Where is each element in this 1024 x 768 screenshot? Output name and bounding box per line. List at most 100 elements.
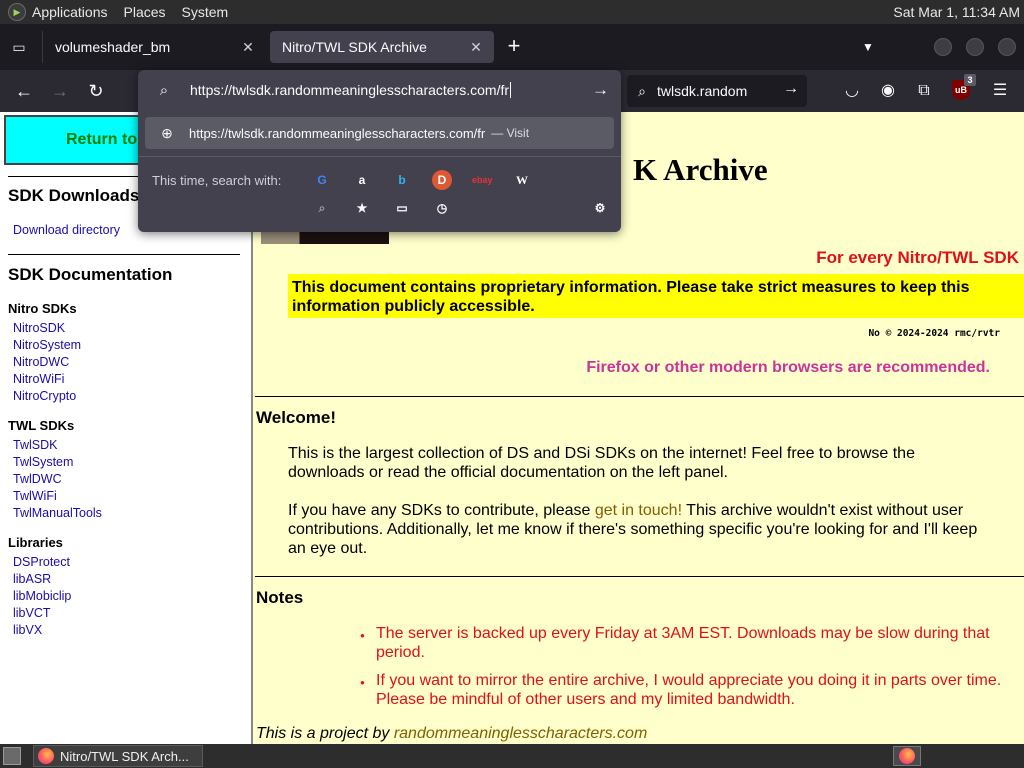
footer-credit: This is a project by randommeaninglessch… bbox=[256, 725, 647, 743]
copyright-notice: No © 2024-2024 rmc/rvtr bbox=[868, 328, 1000, 339]
sidebar-link-nitrocrypto[interactable]: NitroCrypto bbox=[13, 389, 76, 403]
for-every-sdk-text: For every Nitro/TWL SDK bbox=[816, 248, 1019, 267]
contribute-paragraph: If you have any SDKs to contribute, plea… bbox=[288, 501, 988, 558]
back-arrow-icon[interactable]: ← bbox=[12, 79, 36, 103]
ublock-origin-icon[interactable]: uB 3 bbox=[952, 74, 976, 100]
list-item: The server is backed up every Friday at … bbox=[360, 624, 1020, 662]
sidebar-link-twlsystem[interactable]: TwlSystem bbox=[13, 455, 73, 469]
bookmarks-star-icon[interactable]: ★ bbox=[352, 198, 372, 218]
firefox-view-icon[interactable]: ▭ bbox=[8, 36, 30, 58]
sidebar-link-nitrosystem[interactable]: NitroSystem bbox=[13, 338, 81, 352]
visit-label: — Visit bbox=[491, 126, 530, 140]
ebay-icon[interactable]: ebay bbox=[472, 170, 493, 190]
amazon-icon[interactable]: a bbox=[352, 170, 372, 190]
new-tab-button[interactable]: + bbox=[503, 35, 525, 58]
desktop-top-panel: ▶ Applications Places System Sat Mar 1, … bbox=[0, 0, 1024, 24]
bing-icon[interactable]: b bbox=[392, 170, 412, 190]
workspace-switcher[interactable] bbox=[893, 746, 921, 766]
sdk-documentation-heading: SDK Documentation bbox=[8, 265, 173, 284]
welcome-heading: Welcome! bbox=[256, 408, 336, 427]
text-caret bbox=[510, 82, 512, 98]
tab-volumeshader[interactable]: volumeshader_bm ✕ bbox=[42, 31, 266, 63]
banner-image bbox=[261, 230, 389, 244]
sidebar-link-nitrodwc[interactable]: NitroDWC bbox=[13, 355, 69, 369]
show-desktop-icon[interactable] bbox=[3, 747, 21, 765]
globe-icon: ⊕ bbox=[161, 124, 173, 141]
url-input-value[interactable]: https://twlsdk.randommeaninglesscharacte… bbox=[190, 82, 509, 98]
tabs-icon[interactable]: ▭ bbox=[392, 198, 412, 218]
search-settings-gear-icon[interactable]: ⚙ bbox=[590, 198, 610, 218]
history-clock-icon[interactable]: ◷ bbox=[432, 198, 452, 218]
sdk-downloads-heading: SDK Downloads bbox=[8, 186, 140, 205]
search-icon: ⌕ bbox=[638, 82, 646, 99]
divider bbox=[8, 254, 240, 255]
sidebar-link-nitrowifi[interactable]: NitroWiFi bbox=[13, 372, 64, 386]
twl-sdks-heading: TWL SDKs bbox=[8, 418, 75, 433]
sidebar-link-libasr[interactable]: libASR bbox=[13, 572, 51, 586]
desktop-bottom-panel: Nitro/TWL SDK Arch... bbox=[0, 744, 1024, 768]
sidebar-link-twlmanualtools[interactable]: TwlManualTools bbox=[13, 506, 102, 520]
divider bbox=[138, 156, 621, 157]
system-menu[interactable]: System bbox=[182, 4, 229, 20]
clock[interactable]: Sat Mar 1, 11:34 AM bbox=[893, 4, 1020, 20]
divider bbox=[255, 396, 1024, 397]
tab-label: Nitro/TWL SDK Archive bbox=[282, 39, 427, 55]
extensions-puzzle-icon[interactable]: ⧉ bbox=[912, 79, 936, 103]
sidebar-link-libvx[interactable]: libVX bbox=[13, 623, 42, 637]
get-in-touch-link[interactable]: get in touch! bbox=[595, 502, 682, 519]
browser-recommendation: Firefox or other modern browsers are rec… bbox=[586, 359, 990, 376]
url-suggestion-row[interactable]: ⊕ https://twlsdk.randommeaninglesscharac… bbox=[145, 117, 614, 149]
close-tab-icon[interactable]: ✕ bbox=[238, 37, 258, 57]
welcome-paragraph: This is the largest collection of DS and… bbox=[288, 445, 915, 481]
places-menu[interactable]: Places bbox=[124, 4, 166, 20]
applications-menu[interactable]: Applications bbox=[32, 4, 108, 20]
taskbar-window-firefox[interactable]: Nitro/TWL SDK Arch... bbox=[33, 745, 203, 767]
author-site-link[interactable]: randommeaninglesscharacters.com bbox=[394, 725, 647, 742]
download-directory-link[interactable]: Download directory bbox=[13, 223, 120, 237]
maximize-window-button[interactable] bbox=[966, 38, 984, 56]
divider bbox=[255, 576, 1024, 577]
google-icon[interactable]: G bbox=[312, 170, 332, 190]
ublock-badge-count: 3 bbox=[964, 74, 976, 86]
account-icon[interactable]: ◉ bbox=[876, 79, 900, 103]
nitro-sdks-heading: Nitro SDKs bbox=[8, 301, 77, 316]
search-engines-icon[interactable]: ⌕ bbox=[312, 198, 332, 218]
search-go-arrow-icon[interactable]: → bbox=[783, 80, 799, 98]
notes-heading: Notes bbox=[256, 588, 304, 607]
search-with-label: This time, search with: bbox=[152, 173, 282, 188]
search-bar[interactable]: ⌕ twlsdk.random → bbox=[627, 75, 807, 107]
minimize-window-button[interactable] bbox=[934, 38, 952, 56]
contribute-text: If you have any SDKs to contribute, plea… bbox=[288, 502, 595, 519]
close-tab-icon[interactable]: ✕ bbox=[466, 37, 486, 57]
footer-text: This is a project by bbox=[256, 725, 394, 742]
firefox-icon bbox=[899, 748, 915, 764]
reload-icon[interactable]: ↻ bbox=[84, 79, 108, 103]
go-arrow-icon[interactable]: → bbox=[592, 80, 609, 100]
sidebar-link-twlwifi[interactable]: TwlWiFi bbox=[13, 489, 57, 503]
forward-arrow-icon[interactable]: → bbox=[48, 79, 72, 103]
sidebar-link-nitrosdk[interactable]: NitroSDK bbox=[13, 321, 65, 335]
tab-sdk-archive[interactable]: Nitro/TWL SDK Archive ✕ bbox=[270, 31, 494, 63]
sidebar-link-dsprotect[interactable]: DSProtect bbox=[13, 555, 70, 569]
url-input[interactable]: ⌕ https://twlsdk.randommeaninglesscharac… bbox=[138, 74, 621, 106]
firefox-icon bbox=[38, 748, 54, 764]
taskbar-window-label: Nitro/TWL SDK Arch... bbox=[60, 748, 189, 764]
close-window-button[interactable] bbox=[998, 38, 1016, 56]
duckduckgo-icon[interactable]: D bbox=[432, 170, 452, 190]
list-all-tabs-chevron-icon[interactable]: ▼ bbox=[858, 37, 878, 57]
notes-list: The server is backed up every Friday at … bbox=[360, 624, 1020, 718]
wikipedia-icon[interactable]: W bbox=[512, 170, 532, 190]
hamburger-menu-icon[interactable]: ☰ bbox=[988, 79, 1012, 103]
browser-tab-bar: ▭ volumeshader_bm ✕ Nitro/TWL SDK Archiv… bbox=[0, 24, 1024, 70]
proprietary-warning: This document contains proprietary infor… bbox=[288, 274, 1024, 318]
sidebar-link-libvct[interactable]: libVCT bbox=[13, 606, 51, 620]
search-bar-value[interactable]: twlsdk.random bbox=[657, 83, 747, 99]
sidebar-link-twldwc[interactable]: TwlDWC bbox=[13, 472, 62, 486]
sidebar-link-twlsdk[interactable]: TwlSDK bbox=[13, 438, 57, 452]
pocket-icon[interactable]: ◡ bbox=[840, 79, 864, 103]
list-item: If you want to mirror the entire archive… bbox=[360, 671, 1020, 709]
urlbar-dropdown: ⌕ https://twlsdk.randommeaninglesscharac… bbox=[138, 70, 621, 232]
sidebar-link-libmobiclip[interactable]: libMobiclip bbox=[13, 589, 71, 603]
suggestion-url: https://twlsdk.randommeaninglesscharacte… bbox=[189, 125, 486, 141]
applications-logo-icon[interactable]: ▶ bbox=[8, 3, 26, 21]
